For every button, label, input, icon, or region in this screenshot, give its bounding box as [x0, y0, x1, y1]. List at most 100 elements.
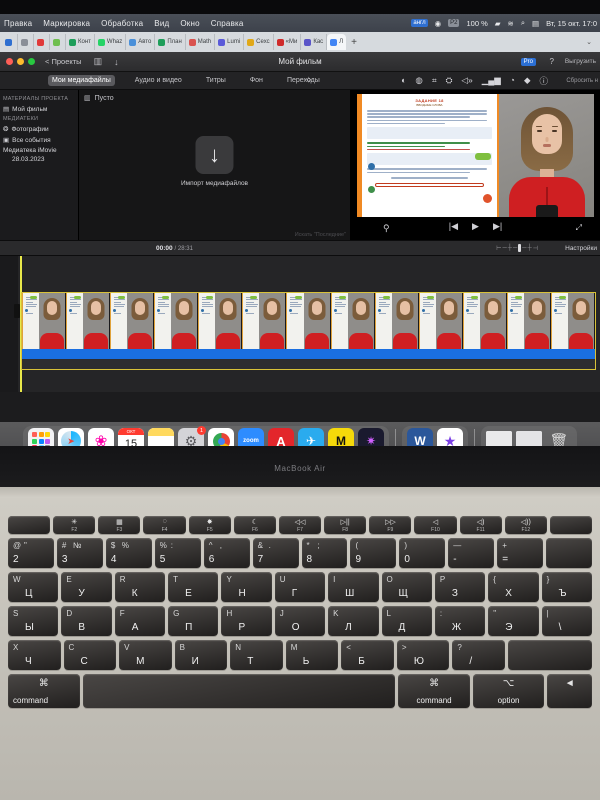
browser-tab[interactable]: Конт — [66, 34, 95, 50]
keyboard-key[interactable]: ◌ F4 — [143, 516, 186, 534]
keyboard-key[interactable]: WЦ — [8, 572, 59, 602]
browser-search-hint[interactable]: Искать "Последние" — [295, 232, 346, 238]
browser-tab[interactable]: Кас — [301, 34, 328, 50]
timeline-zoom-slider[interactable]: ⊢ ─ ┼ ─ ─ ┼ ⊣ — [496, 244, 538, 252]
skip-forward-icon[interactable]: ▶| — [493, 221, 502, 232]
keyboard-key[interactable]: # № 3 — [56, 538, 103, 568]
browser-tab[interactable]: Whaz — [95, 34, 127, 50]
keyboard-key[interactable]: ⌘ command — [398, 674, 470, 708]
browser-tab[interactable]: Сехс — [244, 34, 274, 50]
search-icon[interactable]: ⌕ — [521, 18, 525, 28]
keyboard-key[interactable]: ▦ F3 — [98, 516, 141, 534]
keyboard-key[interactable] — [8, 516, 51, 534]
window-traffic-lights[interactable] — [0, 58, 35, 65]
menu-item-window[interactable]: Окно — [180, 19, 199, 28]
p2-badge[interactable]: P2 — [448, 19, 460, 27]
keyboard-key[interactable]: ◁) F11 — [459, 516, 502, 534]
sidebar-item-all-events[interactable]: ▣ Все события — [3, 136, 74, 145]
browser-tab[interactable]: План — [155, 34, 186, 50]
keyboard-key[interactable]: ⌘ command — [8, 674, 80, 708]
keyboard-key[interactable]: RК — [114, 572, 166, 602]
menu-item-help[interactable]: Справка — [211, 19, 244, 28]
volume-icon[interactable]: ◁» — [461, 75, 472, 87]
menu-item-edit[interactable]: Правка — [4, 19, 32, 28]
keyboard-key[interactable]: YН — [221, 572, 272, 602]
tab-audio-video[interactable]: Аудио и видео — [131, 75, 186, 86]
browser-tab[interactable]: Авто — [126, 34, 156, 50]
keyboard-key[interactable]: | \ — [541, 606, 592, 636]
keyboard-key[interactable]: ^, 6 — [203, 538, 250, 568]
magic-wand-icon[interactable]: ✧ — [305, 75, 313, 86]
keyboard-key[interactable]: ✳ F2 — [53, 516, 96, 534]
keyboard-key[interactable]: ? / — [452, 640, 505, 670]
stabilization-icon[interactable]: ⛭ — [446, 75, 453, 87]
filter-icon[interactable]: ◆ — [524, 75, 531, 87]
keyboard-key[interactable]: TЕ — [168, 572, 219, 602]
keyboard-key[interactable]: SЫ — [8, 606, 59, 636]
keyboard-key[interactable]: > Ю — [396, 640, 450, 670]
keyboard-key[interactable] — [549, 516, 593, 534]
browser-tab[interactable] — [18, 34, 34, 50]
browser-tab[interactable] — [34, 34, 50, 50]
keyboard-key[interactable]: ◁)) F12 — [504, 516, 547, 534]
zoom-slider-knob[interactable] — [518, 244, 522, 252]
keyboard-key[interactable]: EУ — [61, 572, 112, 602]
keyboard-key[interactable]: } Ъ — [541, 572, 592, 602]
keyboard-key[interactable]: ◁ F10 — [414, 516, 457, 534]
keyboard-key[interactable]: CС — [63, 640, 117, 670]
download-arrow-icon[interactable]: ↓ — [195, 136, 234, 174]
tab-list-chevron-icon[interactable]: ⌄ — [586, 38, 600, 46]
browser-tab[interactable] — [2, 34, 18, 50]
keyboard-key[interactable]: ⌥ option — [472, 674, 545, 708]
skip-back-icon[interactable]: |◀ — [449, 221, 458, 232]
keyboard-key[interactable]: FА — [114, 606, 166, 636]
keyboard-key[interactable]: :Ж — [434, 606, 486, 636]
sidebar-library-date[interactable]: 28.03.2023 — [12, 156, 74, 163]
keyboard-key[interactable]: DВ — [61, 606, 112, 636]
keyboard-key[interactable]: MЬ — [285, 640, 339, 670]
input-source-badge[interactable]: англ — [411, 19, 428, 27]
keyboard-key[interactable]: HР — [221, 606, 272, 636]
keyboard-key[interactable]: XЧ — [8, 640, 61, 670]
keyboard-key[interactable]: %:5 — [154, 538, 201, 568]
control-center-icon[interactable]: ▤ — [532, 19, 539, 28]
color-correction-icon[interactable]: ◍ — [415, 75, 422, 87]
reset-button[interactable]: Сбросить н — [566, 78, 598, 84]
media-grid-icon[interactable]: ▥ — [94, 56, 103, 67]
sidebar-item-my-movie[interactable]: ▤ Мой фильм — [3, 105, 74, 114]
keyboard-key[interactable]: $% 4 — [105, 538, 152, 568]
clip-audio-waveform[interactable] — [22, 349, 595, 359]
pro-badge[interactable]: Pro — [520, 57, 536, 66]
wifi-icon[interactable]: ≋ — [508, 19, 514, 28]
list-view-icon[interactable]: ▥ — [84, 94, 91, 102]
keyboard-key[interactable]: {Х — [488, 572, 539, 602]
minimize-icon[interactable] — [17, 58, 24, 65]
keyboard-key[interactable]: KЛ — [328, 606, 379, 636]
playhead-handle[interactable] — [14, 304, 20, 318]
equalizer-icon[interactable]: ▁▄▆ — [482, 75, 501, 87]
back-to-projects-button[interactable]: < Проекты — [45, 57, 82, 66]
menu-item-view[interactable]: Вид — [154, 19, 169, 28]
preview-video-frame[interactable]: ЗАДАНИЕ 18 ВВОДНЫЕ СЛОВА — [357, 94, 594, 217]
keyboard-key[interactable]: GП — [168, 606, 219, 636]
keyboard-key[interactable]: ☾ F6 — [233, 516, 276, 534]
browser-tab[interactable]: Math — [186, 34, 216, 50]
keyboard-key[interactable]: + = — [497, 538, 544, 568]
keyboard-key[interactable]: LД — [381, 606, 432, 636]
tab-titles[interactable]: Титры — [202, 75, 230, 86]
keyboard-key[interactable]: &. 7 — [252, 538, 299, 568]
microphone-icon[interactable]: ⚲ — [383, 223, 390, 234]
fullscreen-icon[interactable]: ⤢ — [576, 223, 582, 233]
tab-my-media[interactable]: Мои медиафайлы — [48, 75, 115, 86]
keyboard-key[interactable]: BИ — [174, 640, 228, 670]
color-balance-icon[interactable]: ◐ — [401, 75, 406, 87]
keyboard-key[interactable]: @ " 2 — [8, 538, 54, 568]
sidebar-item-photos[interactable]: ❂ Фотографии — [3, 125, 74, 134]
crop-icon[interactable]: ⌗ — [432, 75, 437, 87]
menubar-datetime[interactable]: Вт, 15 окт. 17:0 — [546, 19, 597, 28]
keyboard-key[interactable]: IШ — [328, 572, 379, 602]
screen-record-icon[interactable]: ◉ — [435, 19, 442, 28]
keyboard-key[interactable]: ✸ F5 — [188, 516, 231, 534]
keyboard-key[interactable]: JО — [274, 606, 326, 636]
browser-tab[interactable]: Л — [327, 34, 347, 50]
